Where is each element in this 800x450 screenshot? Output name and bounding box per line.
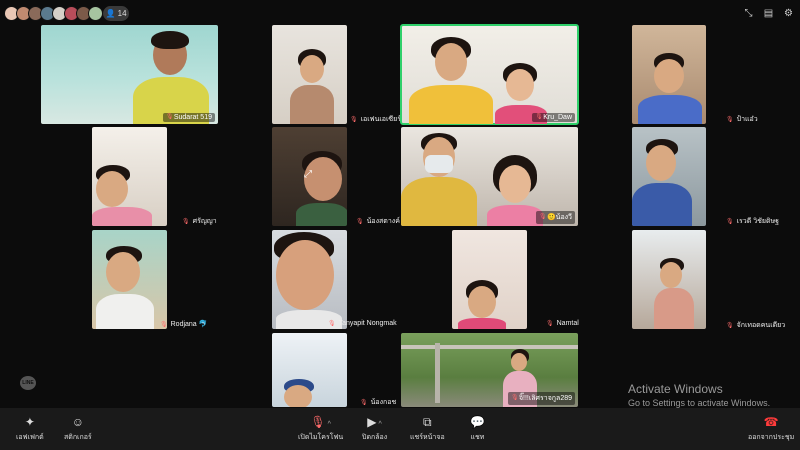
mic-muted-icon: 🎙 bbox=[726, 117, 734, 123]
participant-name-tag: 🎙 🙂น้องวี bbox=[535, 211, 575, 224]
participant-name-tag: 🎙 น้องกอช bbox=[360, 399, 397, 406]
participant-name-tag: 🎙 Namtal bbox=[546, 320, 579, 327]
video-tile[interactable] bbox=[92, 230, 167, 329]
participant-name-tag: 🎙 เรวดี วิชัยดิษฐ bbox=[726, 218, 780, 225]
call-controls-bar: ✦ เอฟเฟกต์ ☺ สติกเกอร์ 🎙 ^ เปิดไมโครโฟน ▶… bbox=[0, 408, 800, 450]
effects-button[interactable]: ✦ เอฟเฟกต์ bbox=[16, 414, 44, 443]
mic-muted-icon: 🎙 bbox=[538, 214, 547, 220]
chat-button[interactable]: 💬 แชท bbox=[470, 414, 485, 443]
participant-name-tag: 🎙 เอเฟนเอเซียร์ bbox=[350, 116, 401, 123]
video-tile[interactable] bbox=[272, 333, 347, 407]
leave-meeting-button[interactable]: ☎ ออกจากประชุม bbox=[748, 414, 794, 443]
video-tile[interactable] bbox=[632, 127, 706, 226]
participant-name-tag: 🎙 น้องสตางค์ bbox=[356, 218, 400, 225]
camera-button[interactable]: ▶ ^ ปิดกล้อง bbox=[362, 414, 387, 443]
expand-icon[interactable]: ⤢ bbox=[304, 169, 312, 180]
sparkle-icon: ✦ bbox=[24, 415, 35, 429]
fence bbox=[401, 345, 578, 349]
mic-muted-icon: 🎙 bbox=[360, 400, 368, 406]
camera-icon: ▶ ^ bbox=[367, 415, 382, 429]
mic-muted-icon: 🎙 bbox=[160, 321, 168, 328]
microphone-button[interactable]: 🎙 ^ เปิดไมโครโฟน bbox=[298, 414, 343, 443]
participant-name-tag: 🎙 Sudarat 519 bbox=[162, 113, 215, 122]
mic-muted-icon: 🎙 bbox=[535, 114, 543, 120]
participant-name-tag: 🎙 Tanyapit Nongmak bbox=[328, 320, 397, 327]
video-tile[interactable]: ⤢ bbox=[272, 127, 347, 226]
mic-muted-icon: 🎙 bbox=[356, 219, 364, 225]
video-tile[interactable]: 🎙 เอเฟนเอเซียร์ bbox=[272, 25, 347, 124]
mic-muted-icon: 🎙 bbox=[182, 219, 190, 225]
chat-icon: 💬 bbox=[470, 415, 485, 429]
participant-name-tag: 🎙 Rodjana 🐬 bbox=[160, 321, 208, 328]
smiley-icon: ☺ bbox=[71, 415, 84, 429]
share-screen-icon: ⧉ bbox=[423, 415, 432, 429]
video-tile[interactable] bbox=[632, 25, 706, 124]
mic-muted-icon: 🎙 bbox=[726, 219, 734, 225]
video-tile[interactable] bbox=[632, 230, 706, 329]
participant-name-tag: 🎙 ศรัญญา bbox=[182, 218, 217, 225]
participant-name-tag: 🎙 Kru_Daw bbox=[532, 113, 575, 122]
watermark-subtitle: Go to Settings to activate Windows. bbox=[628, 398, 771, 408]
video-tile[interactable] bbox=[272, 230, 347, 329]
participant-name-tag: 🎙 จักเทอดคนเดียว bbox=[726, 322, 786, 329]
video-tile[interactable]: 🎙 จิ๊!!!เลิศราจกูล289 bbox=[401, 333, 578, 407]
mic-muted-icon: 🎙 bbox=[328, 321, 336, 327]
watermark-title: Activate Windows bbox=[628, 382, 723, 396]
hang-up-icon: ☎ bbox=[763, 415, 779, 429]
mic-muted-icon: 🎙 bbox=[546, 321, 554, 327]
shrink-icon[interactable]: ⤡ bbox=[743, 8, 754, 19]
person-icon: 👤 bbox=[105, 9, 116, 18]
stickers-button[interactable]: ☺ สติกเกอร์ bbox=[64, 414, 92, 443]
top-bar: 👤 14 ⤡ ▤ ⚙ bbox=[0, 0, 800, 28]
mic-muted-icon: 🎙 bbox=[165, 114, 174, 120]
avatar bbox=[88, 6, 103, 21]
video-tile[interactable]: 🎙 Sudarat 519 bbox=[41, 25, 218, 124]
video-tile[interactable]: 🎙 🙂น้องวี bbox=[401, 127, 578, 226]
participant-name-tag: 🎙 ป้าแอ๋ว bbox=[726, 116, 758, 123]
line-logo-icon: LINE bbox=[20, 376, 36, 390]
video-tile-active-speaker[interactable]: 🎙 Kru_Daw bbox=[400, 24, 579, 125]
participant-name-tag: 🎙 จิ๊!!!เลิศราจกูล289 bbox=[507, 392, 575, 405]
mic-off-icon: 🎙 ^ bbox=[310, 415, 331, 429]
video-tile[interactable] bbox=[452, 230, 527, 329]
share-screen-button[interactable]: ⧉ แชร์หน้าจอ bbox=[410, 414, 445, 443]
chevron-up-icon[interactable]: ^ bbox=[379, 421, 382, 428]
mic-muted-icon: 🎙 bbox=[726, 323, 734, 329]
activate-windows-watermark: Activate Windows Go to Settings to activ… bbox=[628, 382, 770, 408]
chevron-up-icon[interactable]: ^ bbox=[328, 421, 331, 428]
fence-post bbox=[435, 343, 440, 403]
settings-icon[interactable]: ⚙ bbox=[783, 8, 794, 19]
layout-icon[interactable]: ▤ bbox=[763, 8, 774, 19]
participant-count-badge[interactable]: 👤 14 bbox=[103, 6, 129, 21]
video-tile[interactable] bbox=[92, 127, 167, 226]
mic-muted-icon: 🎙 bbox=[510, 395, 519, 401]
mic-muted-icon: 🎙 bbox=[350, 117, 358, 123]
face-mask bbox=[425, 155, 453, 173]
participant-count: 14 bbox=[117, 9, 127, 18]
